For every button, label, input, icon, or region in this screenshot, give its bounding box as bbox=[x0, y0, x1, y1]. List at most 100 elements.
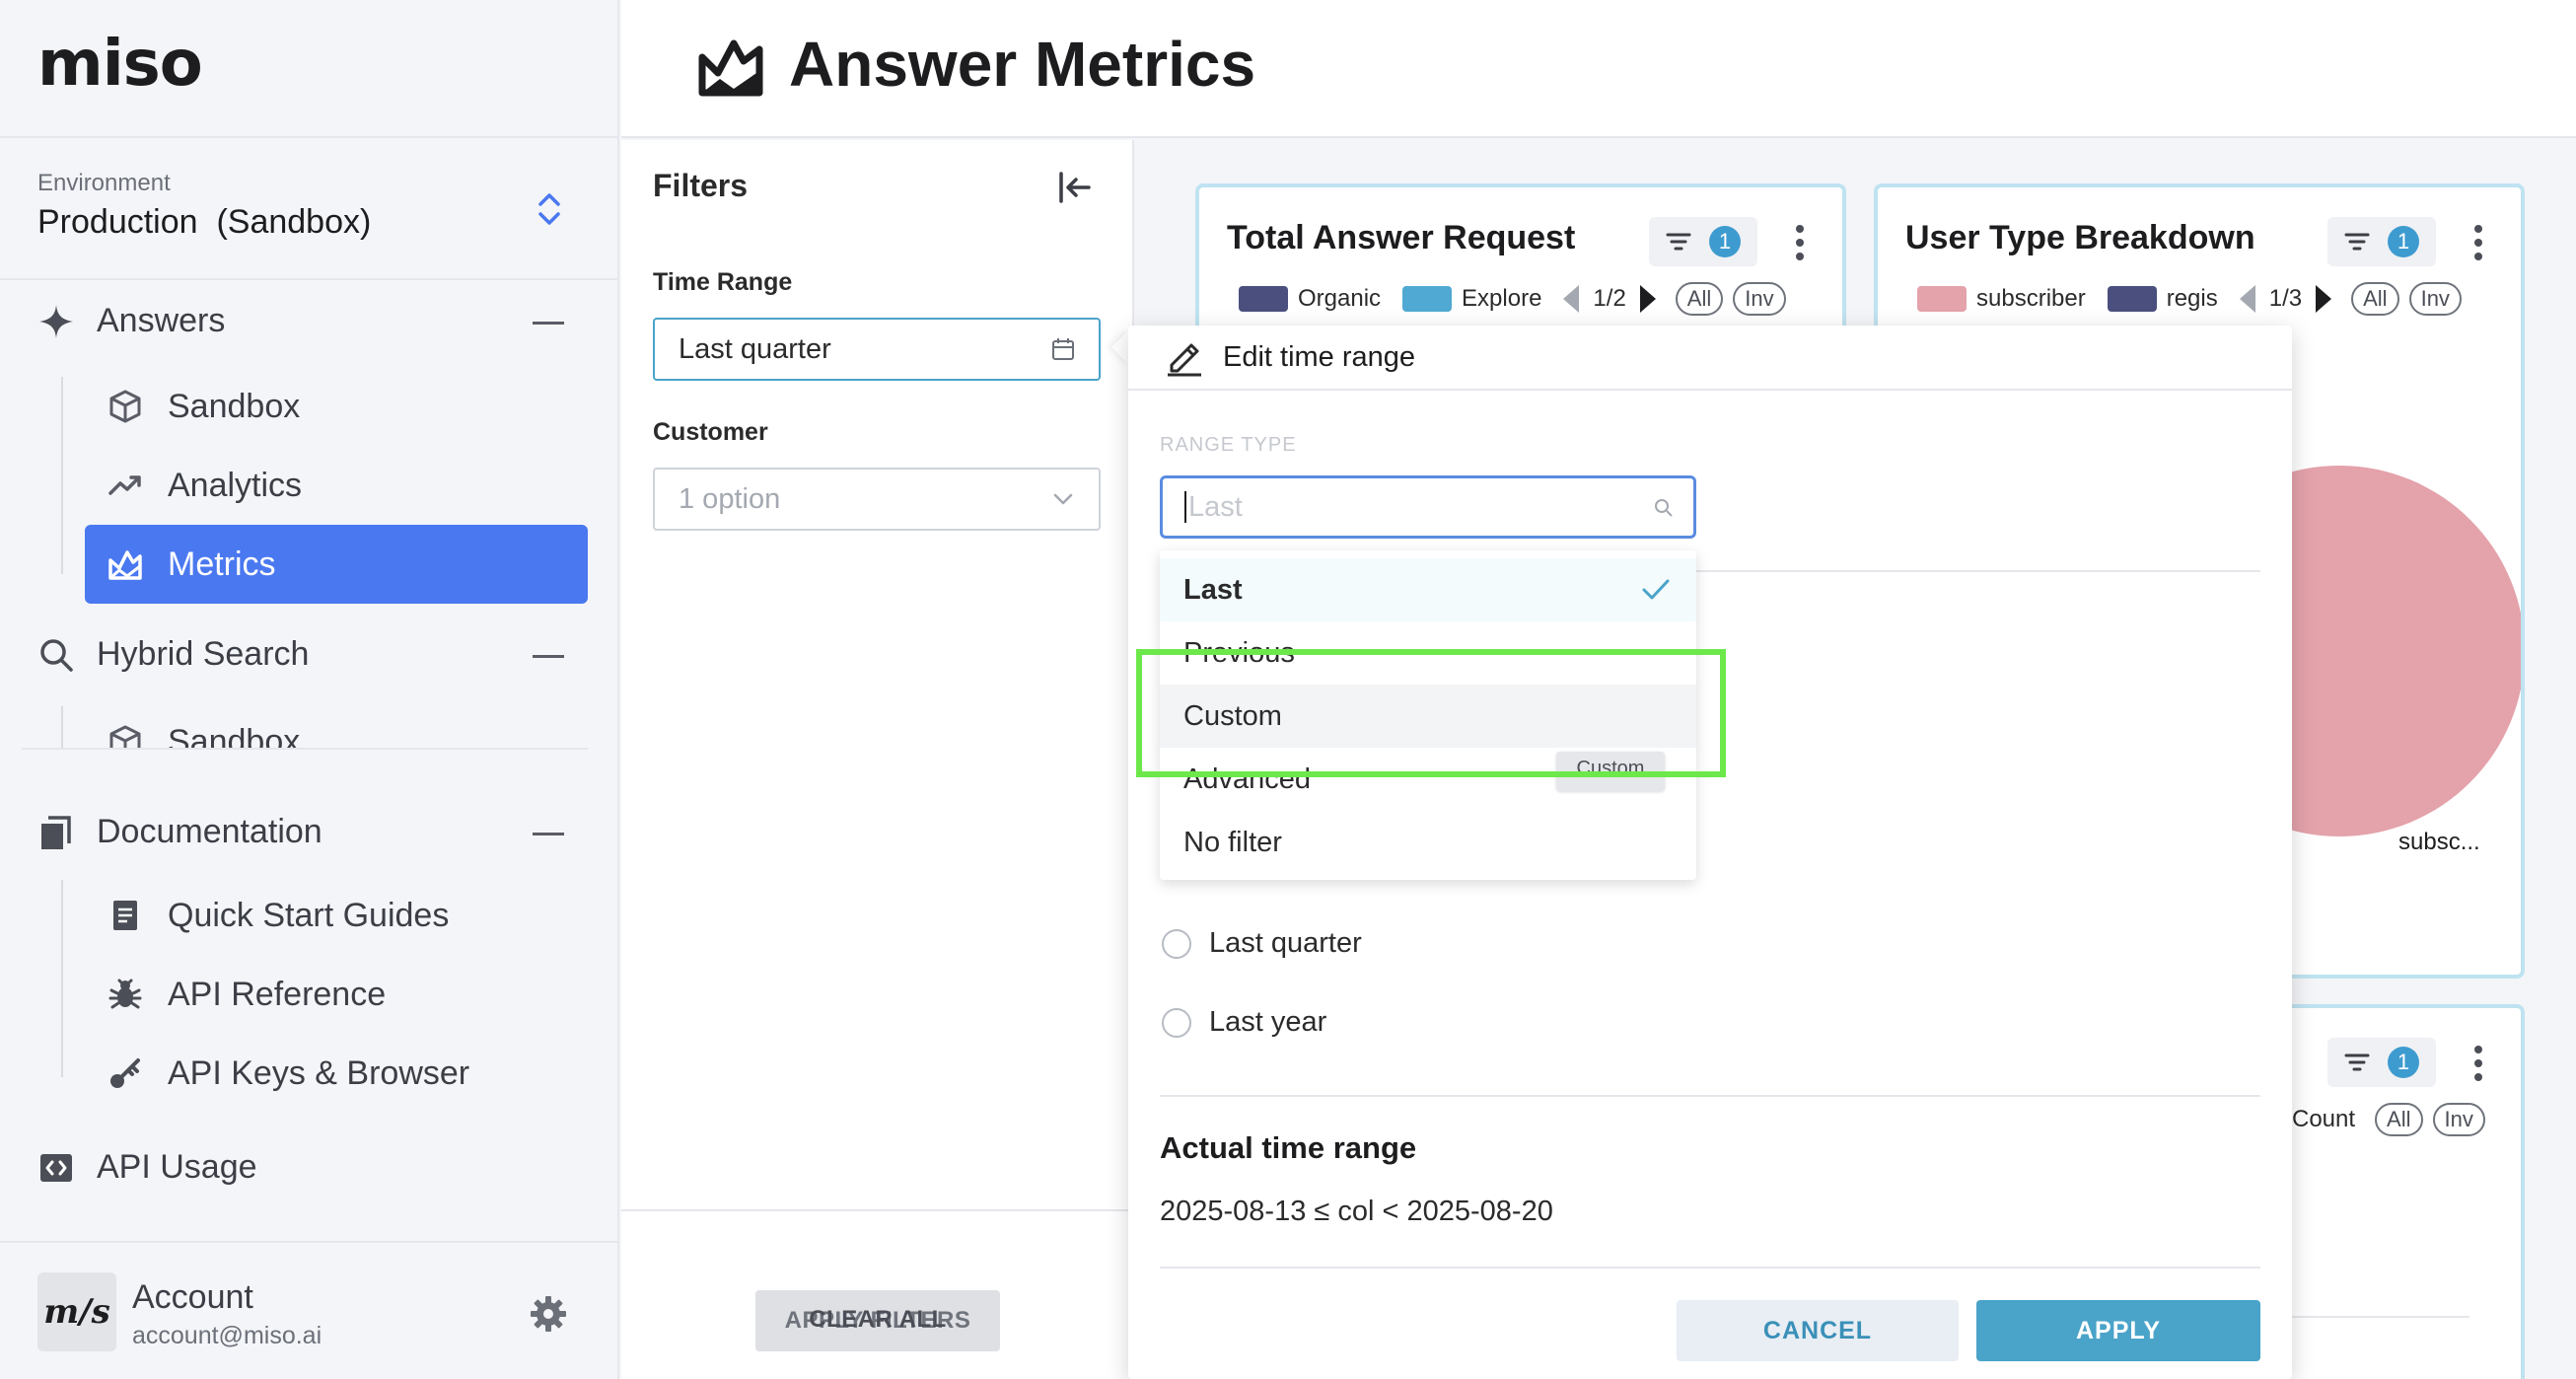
legend-prev-icon[interactable] bbox=[1563, 285, 1580, 313]
sidebar-item-label: Quick Start Guides bbox=[168, 896, 450, 934]
highlight-annotation bbox=[1136, 649, 1726, 777]
bug-icon bbox=[107, 976, 144, 1013]
environment-value[interactable]: Production (Sandbox) bbox=[37, 203, 371, 242]
sidebar-item-label: Sandbox bbox=[168, 387, 301, 425]
more-vertical-icon[interactable] bbox=[2473, 1044, 2483, 1083]
actual-time-range-value: 2025-08-13 ≤ col < 2025-08-20 bbox=[1160, 1196, 1553, 1227]
calendar-icon bbox=[1052, 338, 1074, 360]
actual-time-range-title: Actual time range bbox=[1160, 1130, 1417, 1165]
pie-label: subsc... bbox=[2398, 829, 2480, 855]
legend-all-button[interactable]: All bbox=[1675, 282, 1724, 316]
filter-count-badge: 1 bbox=[2388, 1047, 2419, 1078]
pencil-icon bbox=[1168, 343, 1201, 377]
docs-icon bbox=[37, 814, 75, 851]
environment-label: Environment bbox=[37, 170, 171, 196]
popover-divider bbox=[1160, 1095, 2260, 1097]
range-type-search-input[interactable]: Last bbox=[1160, 475, 1696, 539]
sidebar-section-api-usage[interactable]: API Usage bbox=[37, 1148, 590, 1187]
legend-swatch bbox=[1239, 286, 1288, 312]
radio-last-quarter[interactable]: Last quarter bbox=[1162, 927, 1362, 960]
sidebar-item-api-keys-browser[interactable]: API Keys & Browser bbox=[85, 1034, 588, 1113]
key-icon bbox=[107, 1054, 144, 1092]
sidebar-item-answers-sandbox[interactable]: Sandbox bbox=[85, 367, 588, 446]
legend-invert-button[interactable]: Inv bbox=[1733, 282, 1786, 316]
code-icon bbox=[37, 1149, 75, 1187]
option-label: No filter bbox=[1183, 826, 1282, 858]
collapse-left-icon[interactable] bbox=[1055, 168, 1095, 207]
checkmark-icon bbox=[1642, 579, 1670, 600]
miso-logo[interactable]: miso bbox=[37, 28, 203, 101]
filters-title: Filters bbox=[653, 168, 749, 203]
apply-button[interactable]: APPLY bbox=[1976, 1300, 2260, 1361]
radio-button[interactable] bbox=[1162, 928, 1191, 959]
sidebar-item-analytics[interactable]: Analytics bbox=[85, 446, 588, 525]
tree-line bbox=[61, 880, 63, 1077]
cube-icon bbox=[107, 388, 144, 425]
sidebar-divider bbox=[0, 136, 619, 138]
account-name: Account bbox=[132, 1278, 253, 1316]
avatar[interactable]: m/s bbox=[37, 1272, 116, 1351]
sidebar-section-label: Documentation bbox=[97, 813, 322, 850]
search-icon bbox=[1655, 499, 1673, 517]
customer-label: Customer bbox=[653, 418, 768, 446]
chevron-up-down-icon[interactable] bbox=[533, 189, 566, 229]
collapse-icon[interactable] bbox=[533, 832, 564, 835]
legend-swatch bbox=[1402, 286, 1453, 312]
card-legend: Count All Inv bbox=[2292, 1103, 2485, 1136]
document-icon bbox=[107, 897, 144, 934]
search-icon bbox=[37, 636, 75, 674]
sidebar-item-quick-start-guides[interactable]: Quick Start Guides bbox=[85, 876, 588, 955]
more-vertical-icon[interactable] bbox=[1795, 223, 1805, 262]
dropdown-option-last[interactable]: Last bbox=[1160, 558, 1696, 621]
tree-line bbox=[61, 706, 63, 748]
sidebar-section-label: API Usage bbox=[97, 1148, 257, 1186]
legend-next-icon[interactable] bbox=[1639, 285, 1656, 313]
legend-label[interactable]: Count bbox=[2292, 1106, 2355, 1133]
sidebar-section-documentation[interactable]: Documentation bbox=[37, 813, 590, 851]
sidebar-item-api-reference[interactable]: API Reference bbox=[85, 955, 588, 1034]
clear-all-button[interactable]: CLEAR ALL bbox=[621, 1306, 1134, 1334]
sidebar-section-label: Answers bbox=[97, 302, 226, 339]
filter-lines-icon bbox=[2344, 1053, 2370, 1071]
card-filter-chip[interactable]: 1 bbox=[2327, 1038, 2436, 1087]
time-range-label: Time Range bbox=[653, 268, 793, 296]
sidebar-section-answers[interactable]: Answers bbox=[37, 302, 590, 340]
sidebar-item-hybrid-sandbox[interactable]: Sandbox bbox=[85, 706, 588, 748]
customer-select[interactable]: 1 option bbox=[653, 468, 1101, 531]
legend-all-button[interactable]: All bbox=[2375, 1103, 2423, 1136]
time-range-input[interactable]: Last quarter bbox=[653, 318, 1101, 381]
radio-last-year[interactable]: Last year bbox=[1162, 1006, 1326, 1039]
collapse-icon[interactable] bbox=[533, 321, 564, 325]
legend-label[interactable]: Explore bbox=[1462, 285, 1541, 313]
text-caret bbox=[1184, 491, 1186, 523]
chevron-down-icon bbox=[1053, 493, 1073, 505]
popover-header: Edit time range bbox=[1128, 326, 2292, 391]
chart-mountain-icon bbox=[107, 545, 144, 583]
dropdown-option-no-filter[interactable]: No filter bbox=[1160, 811, 1696, 874]
account-email: account@miso.ai bbox=[132, 1322, 322, 1349]
sidebar-item-label: API Keys & Browser bbox=[168, 1053, 470, 1092]
page-header: Answer Metrics bbox=[621, 0, 2576, 138]
trend-icon bbox=[107, 467, 144, 504]
radio-button[interactable] bbox=[1162, 1007, 1191, 1038]
filters-footer: APPLY FILTERS bbox=[621, 1209, 1134, 1379]
sidebar-item-metrics[interactable]: Metrics bbox=[85, 525, 588, 604]
customer-placeholder: 1 option bbox=[679, 482, 781, 515]
legend-label[interactable]: Organic bbox=[1298, 285, 1381, 313]
sidebar-divider bbox=[22, 748, 588, 750]
sidebar: miso Environment Production (Sandbox) An… bbox=[0, 0, 619, 1379]
sidebar-section-hybrid-search[interactable]: Hybrid Search bbox=[37, 635, 590, 674]
page-title: Answer Metrics bbox=[789, 29, 1256, 100]
range-type-placeholder: Last bbox=[1188, 490, 1243, 523]
filters-panel: Filters Time Range Last quarter Customer… bbox=[621, 140, 1134, 1379]
card-filter-chip[interactable]: 1 bbox=[1649, 217, 1757, 266]
range-type-label: RANGE TYPE bbox=[1160, 434, 1297, 456]
cube-icon bbox=[107, 723, 144, 748]
sidebar-section-label: Hybrid Search bbox=[97, 635, 310, 673]
collapse-icon[interactable] bbox=[533, 654, 564, 658]
cancel-button[interactable]: CANCEL bbox=[1677, 1300, 1959, 1361]
legend-invert-button[interactable]: Inv bbox=[2432, 1103, 2485, 1136]
account-footer[interactable]: m/s Account account@miso.ai bbox=[0, 1241, 619, 1379]
gear-icon[interactable] bbox=[529, 1294, 568, 1334]
filter-lines-icon bbox=[1666, 233, 1691, 251]
